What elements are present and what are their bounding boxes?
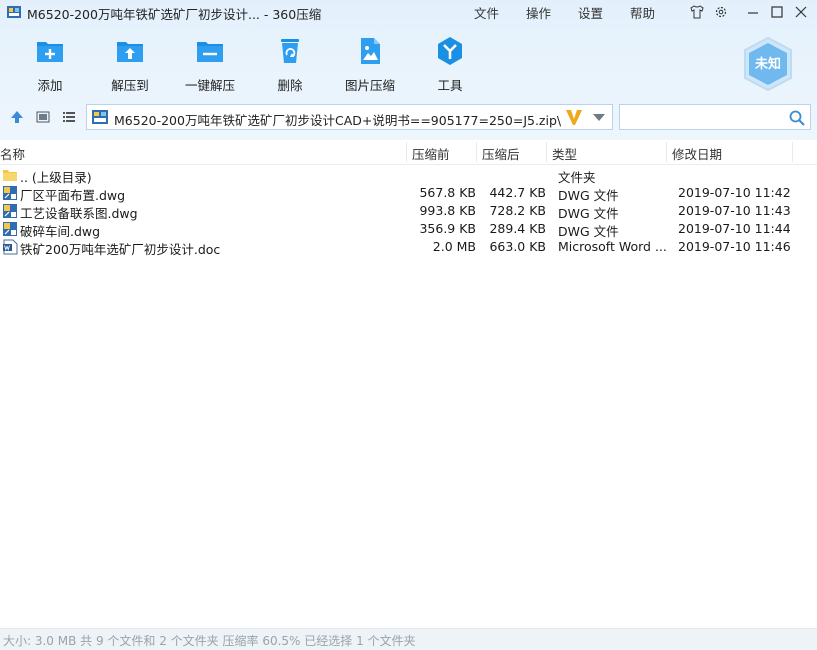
archive-icon	[92, 110, 108, 124]
column-header: 名称 压缩前 压缩后 类型 修改日期	[0, 140, 817, 165]
gear-icon	[715, 6, 727, 18]
column-divider[interactable]	[792, 142, 793, 162]
file-size: 2.0 MB	[432, 239, 476, 254]
extract-to-icon	[117, 42, 143, 62]
menu-file[interactable]: 文件	[474, 3, 499, 22]
dwg-file-icon	[3, 186, 17, 200]
col-modified[interactable]: 修改日期	[672, 144, 722, 163]
file-packed-size: 728.2 KB	[489, 203, 546, 218]
status-text: 大小: 3.0 MB 共 9 个文件和 2 个文件夹 压缩率 60.5% 已经选…	[3, 634, 416, 648]
extract-to-label: 解压到	[111, 78, 149, 93]
image-compress-button[interactable]: 图片压缩	[332, 35, 408, 93]
table-row[interactable]: 破碎车间.dwg 356.9 KB 289.4 KB DWG 文件 2019-0…	[0, 220, 817, 239]
extract-to-button[interactable]: 解压到	[92, 35, 168, 93]
menu-settings[interactable]: 设置	[578, 3, 603, 22]
table-row-parent-dir[interactable]: .. (上级目录) 文件夹	[0, 166, 817, 185]
app-logo-icon	[7, 6, 21, 18]
minimize-button[interactable]	[742, 2, 764, 22]
verified-v-icon	[566, 110, 582, 125]
close-button[interactable]	[790, 2, 812, 22]
add-button[interactable]: 添加	[12, 35, 88, 93]
tools-button[interactable]: 工具	[412, 35, 488, 93]
delete-recycle-icon	[281, 39, 299, 63]
chevron-down-icon[interactable]	[593, 114, 605, 122]
dwg-file-icon	[3, 222, 17, 236]
file-packed-size: 663.0 KB	[489, 239, 546, 254]
tools-icon	[438, 37, 462, 65]
security-status-label: 未知	[754, 57, 781, 72]
folder-icon	[3, 170, 17, 181]
menu-operation[interactable]: 操作	[526, 3, 551, 22]
column-divider[interactable]	[476, 142, 477, 162]
maximize-icon	[771, 6, 783, 18]
search-input[interactable]	[624, 107, 788, 129]
add-button-label: 添加	[37, 78, 63, 93]
file-size: 356.9 KB	[419, 221, 476, 236]
add-archive-icon	[37, 42, 63, 62]
security-status-badge[interactable]: 未知	[742, 36, 794, 92]
file-modified: 2019-07-10 11:46	[678, 239, 791, 254]
file-modified: 2019-07-10 11:44	[678, 221, 791, 236]
thumbnail-view-icon[interactable]	[36, 110, 50, 124]
dwg-file-icon	[3, 204, 17, 218]
file-packed-size: 289.4 KB	[489, 221, 546, 236]
one-click-extract-label: 一键解压	[184, 78, 235, 93]
file-modified: 2019-07-10 11:42	[678, 185, 791, 200]
file-type: Microsoft Word ...	[558, 239, 666, 254]
delete-label: 删除	[277, 78, 303, 93]
file-size: 993.8 KB	[419, 203, 476, 218]
one-click-extract-icon	[197, 42, 223, 62]
list-view-icon[interactable]	[62, 110, 76, 124]
image-compress-label: 图片压缩	[344, 78, 395, 93]
tools-label: 工具	[437, 78, 463, 93]
maximize-button[interactable]	[766, 2, 788, 22]
settings-button[interactable]	[710, 2, 732, 22]
skin-button[interactable]	[686, 2, 708, 22]
one-click-extract-button[interactable]: 一键解压	[172, 35, 248, 93]
address-path: M6520-200万吨年铁矿选矿厂初步设计CAD+说明书==905177=250…	[114, 113, 562, 128]
col-size[interactable]: 压缩前	[412, 144, 450, 163]
window-chrome: M6520-200万吨年铁矿选矿厂初步设计... - 360压缩 文件 操作 设…	[0, 0, 817, 140]
title-bar: M6520-200万吨年铁矿选矿厂初步设计... - 360压缩 文件 操作 设…	[0, 0, 817, 24]
search-icon[interactable]	[789, 110, 805, 126]
file-name: 铁矿200万吨年选矿厂初步设计.doc	[20, 242, 221, 257]
col-packed[interactable]: 压缩后	[482, 144, 520, 163]
window-title: M6520-200万吨年铁矿选矿厂初步设计... - 360压缩	[27, 7, 322, 22]
up-arrow-icon[interactable]	[9, 109, 25, 125]
status-bar: 大小: 3.0 MB 共 9 个文件和 2 个文件夹 压缩率 60.5% 已经选…	[0, 628, 817, 650]
address-bar[interactable]: M6520-200万吨年铁矿选矿厂初步设计CAD+说明书==905177=250…	[86, 104, 613, 130]
menu-help[interactable]: 帮助	[630, 3, 655, 22]
table-row[interactable]: 厂区平面布置.dwg 567.8 KB 442.7 KB DWG 文件 2019…	[0, 184, 817, 203]
table-row[interactable]: 工艺设备联系图.dwg 993.8 KB 728.2 KB DWG 文件 201…	[0, 202, 817, 221]
file-modified: 2019-07-10 11:43	[678, 203, 791, 218]
image-compress-icon	[361, 38, 380, 64]
close-icon	[795, 6, 807, 18]
column-divider[interactable]	[546, 142, 547, 162]
col-name[interactable]: 名称	[0, 144, 25, 163]
shirt-icon	[690, 5, 704, 19]
delete-button[interactable]: 删除	[252, 35, 328, 93]
search-box[interactable]	[619, 104, 811, 130]
word-doc-icon	[3, 239, 18, 255]
minimize-icon	[748, 12, 758, 14]
column-divider[interactable]	[666, 142, 667, 162]
table-row[interactable]: 铁矿200万吨年选矿厂初步设计.doc 2.0 MB 663.0 KB Micr…	[0, 238, 817, 257]
column-divider[interactable]	[406, 142, 407, 162]
file-size: 567.8 KB	[419, 185, 476, 200]
col-type[interactable]: 类型	[552, 144, 577, 163]
file-packed-size: 442.7 KB	[489, 185, 546, 200]
